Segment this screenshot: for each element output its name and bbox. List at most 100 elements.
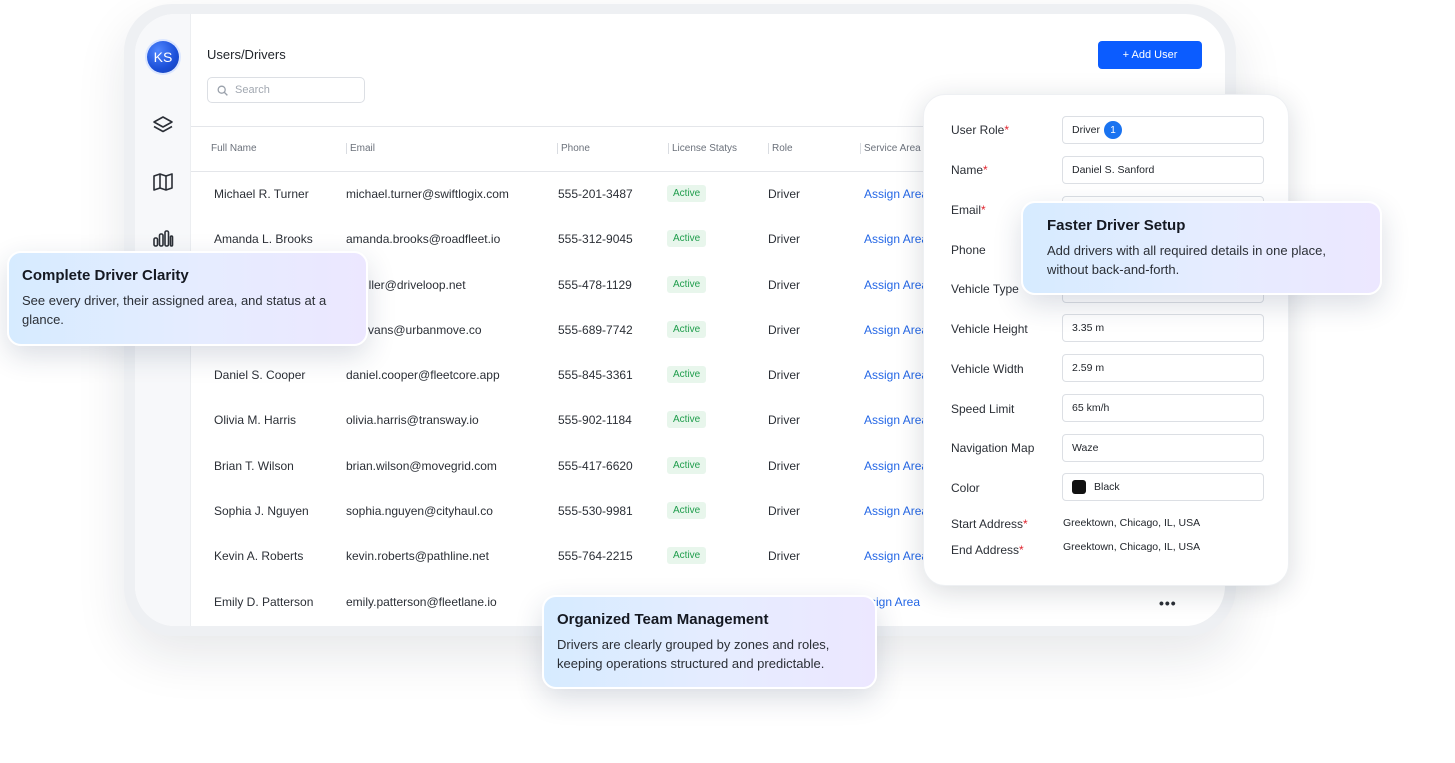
vehicle-width-label: Vehicle Width [951, 362, 1024, 376]
role-count-badge: 1 [1104, 121, 1122, 139]
status-badge: Active [667, 547, 707, 565]
column-header-phone[interactable]: Phone [557, 143, 590, 154]
assign-area-link[interactable]: Assign Area [864, 278, 928, 292]
cell-email: michael.turner@swiftlogix.com [346, 187, 509, 201]
name-label: Name* [951, 163, 988, 177]
cell-email: daniel.cooper@fleetcore.app [346, 368, 500, 383]
assign-area-link[interactable]: Assign Area [864, 413, 928, 427]
cell-role: Driver [768, 458, 800, 473]
add-user-form: User Role* Driver 1 Name* Daniel S. Sanf… [923, 94, 1289, 586]
color-swatch [1072, 480, 1086, 494]
cell-phone: 555-689-7742 [558, 322, 633, 337]
color-label: Color [951, 481, 980, 495]
color-select[interactable]: Black [1062, 473, 1264, 501]
end-address-label: End Address* [951, 543, 1024, 557]
layers-icon[interactable] [151, 114, 175, 138]
status-badge: Active [667, 456, 707, 474]
cell-role: Driver [768, 413, 800, 428]
status-badge: Active [667, 366, 707, 384]
cell-role: Driver [768, 232, 800, 247]
speed-limit-label: Speed Limit [951, 402, 1015, 416]
cell-full-name: Daniel S. Cooper [214, 368, 306, 383]
cell-email: kevin.roberts@pathline.net [346, 549, 489, 564]
status-badge: Active [667, 411, 707, 429]
assign-area-link[interactable]: Assign Area [864, 504, 928, 518]
vehicle-height-field[interactable]: 3.35 m [1062, 314, 1264, 342]
assign-area-link[interactable]: Assign Area [864, 232, 928, 246]
navigation-map-label: Navigation Map [951, 441, 1035, 455]
callout-driver-setup: Faster Driver Setup Add drivers with all… [1021, 201, 1382, 295]
column-header-service-area[interactable]: Service Area [860, 143, 921, 154]
column-header-email[interactable]: Email [346, 143, 375, 154]
cell-role: Driver [768, 368, 800, 383]
cell-email: emily.patterson@fleetlane.io [346, 594, 497, 609]
cell-full-name: Amanda L. Brooks [214, 232, 313, 247]
avatar[interactable]: KS [147, 41, 179, 73]
navigation-map-select[interactable]: Waze [1062, 434, 1264, 462]
cell-email: brian.wilson@movegrid.com [346, 458, 497, 473]
cell-phone: 555-764-2215 [558, 549, 633, 564]
user-role-label: User Role* [951, 123, 1010, 137]
cell-email: sophia.nguyen@cityhaul.co [346, 504, 493, 519]
start-address-label: Start Address* [951, 517, 1028, 531]
status-badge: Active [667, 230, 707, 248]
cell-full-name: Brian T. Wilson [214, 458, 294, 473]
page-title: Users/Drivers [207, 47, 286, 62]
column-header-full-name[interactable]: Full Name [211, 143, 257, 154]
search-box[interactable] [207, 77, 365, 103]
callout-text: See every driver, their assigned area, a… [22, 293, 327, 327]
status-badge: Active [667, 320, 707, 338]
cell-phone: 555-902-1184 [558, 413, 632, 428]
end-address-value[interactable]: Greektown, Chicago, IL, USA [1063, 541, 1200, 553]
vehicle-type-label: Vehicle Type [951, 282, 1019, 296]
callout-title: Organized Team Management [557, 611, 769, 628]
cell-full-name: Sophia J. Nguyen [214, 504, 309, 519]
assign-area-link[interactable]: Assign Area [864, 187, 928, 201]
callout-text: Add drivers with all required details in… [1047, 243, 1326, 277]
column-header-role[interactable]: Role [768, 143, 793, 154]
cell-role: Driver [768, 549, 800, 564]
cell-full-name: Emily D. Patterson [214, 594, 314, 609]
name-field[interactable]: Daniel S. Sanford [1062, 156, 1264, 184]
cell-role: Driver [768, 322, 800, 337]
start-address-value[interactable]: Greektown, Chicago, IL, USA [1063, 517, 1200, 529]
assign-area-link[interactable]: Assign Area [864, 323, 928, 337]
cell-role: Driver [768, 187, 800, 201]
callout-text: Drivers are clearly grouped by zones and… [557, 637, 830, 671]
callout-team-management: Organized Team Management Drivers are cl… [542, 595, 877, 689]
phone-label: Phone [951, 243, 986, 257]
user-role-select[interactable]: Driver 1 [1062, 116, 1264, 144]
search-icon [217, 85, 228, 96]
add-user-button[interactable]: + Add User [1098, 41, 1202, 69]
cell-phone: 555-201-3487 [558, 187, 633, 201]
cell-full-name: Olivia M. Harris [214, 413, 297, 428]
cell-email: olivia.harris@transway.io [346, 413, 479, 428]
cell-phone: 555-845-3361 [558, 368, 633, 383]
cell-phone: 555-417-6620 [558, 458, 633, 473]
cell-phone: 555-530-9981 [558, 504, 633, 519]
callout-driver-clarity: Complete Driver Clarity See every driver… [7, 251, 368, 346]
cell-role: Driver [768, 504, 800, 519]
status-badge: Active [667, 185, 707, 202]
vehicle-height-label: Vehicle Height [951, 322, 1028, 336]
cell-full-name: Michael R. Turner [214, 187, 309, 201]
assign-area-link[interactable]: Assign Area [864, 368, 928, 382]
callout-title: Faster Driver Setup [1047, 217, 1186, 234]
search-input[interactable] [235, 84, 355, 96]
cell-full-name: Kevin A. Roberts [214, 549, 304, 564]
cell-phone: 555-312-9045 [558, 232, 633, 247]
bar-chart-icon[interactable] [151, 226, 175, 250]
assign-area-link[interactable]: Assign Area [864, 549, 928, 563]
status-badge: Active [667, 275, 707, 293]
cell-email: amanda.brooks@roadfleet.io [346, 232, 501, 247]
column-header-license-status[interactable]: License Statys [668, 143, 737, 154]
map-icon[interactable] [151, 170, 175, 194]
status-badge: Active [667, 502, 707, 520]
row-more-icon[interactable]: ••• [1159, 595, 1177, 611]
assign-area-link[interactable]: Assign Area [864, 459, 928, 473]
cell-phone: 555-478-1129 [558, 277, 632, 292]
speed-limit-field[interactable]: 65 km/h [1062, 394, 1264, 422]
email-label: Email* [951, 203, 986, 217]
vehicle-width-field[interactable]: 2.59 m [1062, 354, 1264, 382]
cell-role: Driver [768, 277, 800, 292]
